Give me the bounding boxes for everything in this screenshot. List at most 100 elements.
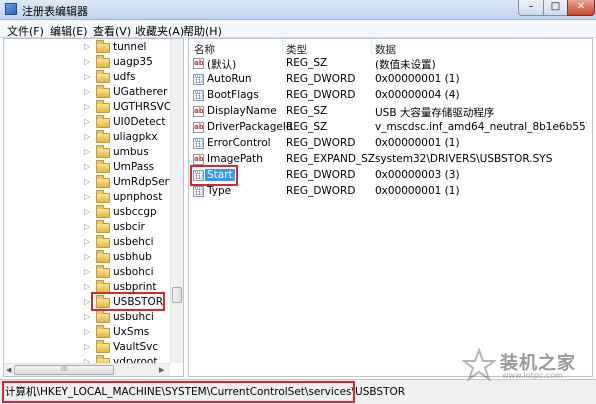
value-row-driverpackageid[interactable]: ab DriverPackageId REG_SZ v_mscdsc.inf_a… bbox=[189, 120, 592, 136]
tree-item-label: usbuhci bbox=[113, 311, 154, 323]
expand-arrow-icon[interactable]: ▷ bbox=[84, 102, 90, 111]
tree-item-label: tunnel bbox=[113, 41, 147, 53]
tree-item-label: usbehci bbox=[113, 236, 154, 248]
expand-arrow-icon[interactable]: ▷ bbox=[84, 72, 90, 81]
binary-value-icon: 010 110 bbox=[193, 186, 204, 197]
expand-arrow-icon[interactable]: ▷ bbox=[84, 297, 90, 306]
scroll-left-arrow-icon[interactable]: ◀ bbox=[6, 366, 11, 374]
value-data: (数值未设置) bbox=[375, 59, 436, 71]
value-data: system32\DRIVERS\USBSTOR.SYS bbox=[375, 153, 553, 165]
tree-item-label: UGatherer bbox=[113, 86, 168, 98]
expand-arrow-icon[interactable]: ▷ bbox=[84, 192, 90, 201]
values-list-pane[interactable]: 名称 类型 数据 ab (默认) REG_SZ (数值未设置) 010 110 A… bbox=[188, 38, 593, 377]
folder-icon bbox=[96, 205, 110, 218]
title-bar[interactable]: 注册表编辑器 – □ ✕ bbox=[0, 0, 596, 20]
value-row-errorcontrol[interactable]: 010 110 ErrorControl REG_DWORD 0x00000001… bbox=[189, 136, 592, 152]
expand-arrow-icon[interactable]: ▷ bbox=[84, 267, 90, 276]
folder-icon bbox=[96, 220, 110, 233]
tree-horizontal-scrollbar[interactable]: ◀ III ▶ bbox=[4, 363, 170, 376]
value-type: REG_DWORD bbox=[286, 73, 356, 85]
value-row-imagepath[interactable]: ab ImagePath REG_EXPAND_SZ system32\DRIV… bbox=[189, 152, 592, 168]
folder-icon bbox=[96, 85, 110, 98]
window-title: 注册表编辑器 bbox=[22, 5, 88, 18]
column-divider[interactable] bbox=[371, 39, 372, 55]
expand-arrow-icon[interactable]: ▷ bbox=[84, 252, 90, 261]
minimize-button[interactable]: – bbox=[518, 0, 544, 16]
tree-vertical-scrollbar[interactable] bbox=[170, 39, 183, 363]
string-value-icon: ab bbox=[193, 106, 204, 117]
close-button[interactable]: ✕ bbox=[567, 0, 595, 16]
watermark-url: www.lotpc.com bbox=[502, 371, 563, 380]
status-bar: 计算机\HKEY_LOCAL_MACHINE\SYSTEM\CurrentCon… bbox=[0, 379, 596, 404]
tree-item-label: UI0Detect bbox=[113, 116, 166, 128]
value-name: DisplayName bbox=[207, 105, 277, 117]
expand-arrow-icon[interactable]: ▷ bbox=[84, 147, 90, 156]
expand-arrow-icon[interactable]: ▷ bbox=[84, 57, 90, 66]
folder-icon bbox=[96, 265, 110, 278]
folder-icon bbox=[96, 55, 110, 68]
watermark-logo-icon bbox=[462, 348, 496, 382]
tree-item-label: usbohci bbox=[113, 266, 154, 278]
registry-editor-window: 注册表编辑器 – □ ✕ 文件(F) 编辑(E) 查看(V) 收藏夹(A) 帮助… bbox=[0, 0, 596, 404]
value-type: REG_EXPAND_SZ bbox=[286, 153, 376, 165]
string-value-icon: ab bbox=[193, 58, 204, 69]
value-name: Type bbox=[207, 185, 232, 197]
folder-icon bbox=[96, 175, 110, 188]
tree-item-label: VaultSvc bbox=[113, 341, 159, 353]
tree-item-label: usbccgp bbox=[113, 206, 157, 218]
value-data: USB 大容量存储驱动程序 bbox=[375, 107, 495, 119]
value-row-displayname[interactable]: ab DisplayName REG_SZ USB 大容量存储驱动程序 bbox=[189, 104, 592, 120]
menu-file[interactable]: 文件(F) bbox=[7, 23, 44, 39]
value-row-start[interactable]: 010 110 Start REG_DWORD 0x00000003 (3) bbox=[189, 168, 592, 184]
value-row-type[interactable]: 010 110 Type REG_DWORD 0x00000001 (1) bbox=[189, 184, 592, 200]
expand-arrow-icon[interactable]: ▷ bbox=[84, 177, 90, 186]
key-tree-pane[interactable]: ▷ tunnel ▷ uagp35 ▷ udfs ▷ UGatherer ▷ U… bbox=[3, 38, 184, 377]
expand-arrow-icon[interactable]: ▷ bbox=[84, 207, 90, 216]
value-name: AutoRun bbox=[207, 73, 252, 85]
expand-arrow-icon[interactable]: ▷ bbox=[84, 117, 90, 126]
menu-favorites[interactable]: 收藏夹(A) bbox=[135, 23, 184, 39]
binary-value-icon: 010 110 bbox=[193, 138, 204, 149]
expand-arrow-icon[interactable]: ▷ bbox=[84, 222, 90, 231]
expand-arrow-icon[interactable]: ▷ bbox=[84, 312, 90, 321]
folder-icon bbox=[96, 70, 110, 83]
value-data: v_mscdsc.inf_amd64_neutral_8b1e6b55729c3… bbox=[375, 121, 587, 133]
maximize-button[interactable]: □ bbox=[543, 0, 568, 16]
registry-editor-app-icon bbox=[5, 3, 17, 15]
value-data: 0x00000003 (3) bbox=[375, 169, 460, 181]
tree-item-label: udfs bbox=[113, 71, 136, 83]
tree-item-label: usbhub bbox=[113, 251, 152, 263]
expand-arrow-icon[interactable]: ▷ bbox=[84, 42, 90, 51]
value-row-default[interactable]: ab (默认) REG_SZ (数值未设置) bbox=[189, 56, 592, 72]
value-type: REG_DWORD bbox=[286, 137, 356, 149]
tree-horizontal-scroll-thumb[interactable]: III bbox=[14, 365, 114, 375]
folder-icon bbox=[96, 190, 110, 203]
menu-view[interactable]: 查看(V) bbox=[93, 23, 131, 39]
folder-icon bbox=[96, 115, 110, 128]
column-header-type[interactable]: 类型 bbox=[286, 42, 307, 57]
binary-value-icon: 010 110 bbox=[193, 74, 204, 85]
tree-vertical-scroll-thumb[interactable] bbox=[172, 287, 182, 303]
column-header-name[interactable]: 名称 bbox=[194, 42, 215, 57]
expand-arrow-icon[interactable]: ▷ bbox=[84, 87, 90, 96]
menu-help[interactable]: 帮助(H) bbox=[183, 23, 222, 39]
binary-value-icon: 010 110 bbox=[193, 90, 204, 101]
value-row-autorun[interactable]: 010 110 AutoRun REG_DWORD 0x00000001 (1) bbox=[189, 72, 592, 88]
expand-arrow-icon[interactable]: ▷ bbox=[84, 162, 90, 171]
value-type: REG_SZ bbox=[286, 105, 328, 117]
expand-arrow-icon[interactable]: ▷ bbox=[84, 342, 90, 351]
value-type: REG_DWORD bbox=[286, 185, 356, 197]
value-row-bootflags[interactable]: 010 110 BootFlags REG_DWORD 0x00000004 (4… bbox=[189, 88, 592, 104]
expand-arrow-icon[interactable]: ▷ bbox=[84, 132, 90, 141]
value-data: 0x00000004 (4) bbox=[375, 89, 460, 101]
column-header-data[interactable]: 数据 bbox=[375, 42, 396, 57]
value-type: REG_DWORD bbox=[286, 89, 356, 101]
expand-arrow-icon[interactable]: ▷ bbox=[84, 237, 90, 246]
expand-arrow-icon[interactable]: ▷ bbox=[84, 327, 90, 336]
menu-edit[interactable]: 编辑(E) bbox=[50, 23, 88, 39]
column-divider[interactable] bbox=[282, 39, 283, 55]
scroll-right-arrow-icon[interactable]: ▶ bbox=[159, 366, 164, 374]
expand-arrow-icon[interactable]: ▷ bbox=[84, 282, 90, 291]
folder-icon bbox=[96, 160, 110, 173]
value-data: 0x00000001 (1) bbox=[375, 73, 460, 85]
